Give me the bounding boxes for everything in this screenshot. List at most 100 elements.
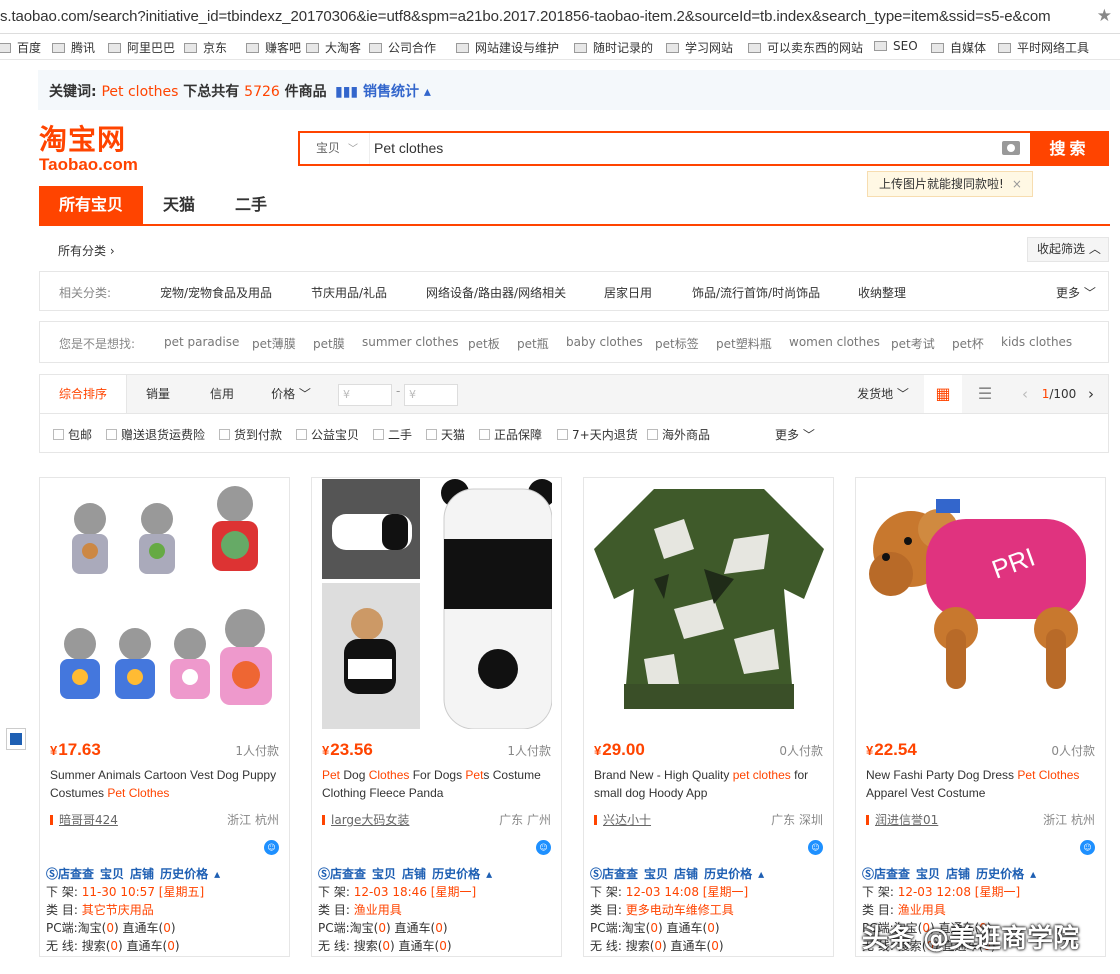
filters-more-button[interactable]: 更多 ﹀ (775, 426, 815, 443)
suggest-item[interactable]: pet板 (468, 335, 500, 352)
ww-chat-icon[interactable]: ☺ (536, 840, 551, 855)
next-page-icon[interactable]: › (1080, 375, 1102, 413)
filter-checkbox[interactable]: 天猫 (426, 426, 465, 443)
related-item[interactable]: 居家日用 (604, 284, 652, 301)
tool-link[interactable]: 历史价格 (704, 867, 752, 881)
tool-link[interactable]: 历史价格 (432, 867, 480, 881)
shop-link[interactable]: large大码女装 (322, 811, 409, 828)
bookmark-item[interactable]: 公司合作 (369, 39, 436, 56)
search-category-select[interactable]: 宝贝 ﹀ (300, 133, 370, 164)
product-image[interactable] (322, 479, 552, 729)
suggest-item[interactable]: pet杯 (952, 335, 984, 352)
camera-icon[interactable] (1002, 141, 1020, 155)
product-image[interactable] (594, 479, 824, 729)
list-view-icon[interactable]: ☰ (966, 375, 1004, 413)
address-bar[interactable]: s.taobao.com/search?initiative_id=tbinde… (0, 0, 1120, 34)
related-item[interactable]: 宠物/宠物食品及用品 (160, 284, 272, 301)
bookmark-item[interactable]: 学习网站 (666, 39, 733, 56)
filter-checkbox[interactable]: 7+天内退货 (557, 426, 638, 443)
product-image[interactable]: PRI (866, 479, 1096, 729)
sort-price[interactable]: 价格 ﹀ (260, 375, 322, 413)
taobao-logo[interactable]: 淘宝网 Taobao.com (39, 124, 138, 174)
sort-credit[interactable]: 信用 (191, 375, 253, 413)
shop-link[interactable]: 兴达小十 (594, 811, 651, 828)
product-card[interactable]: ¥29.00 0人付款 Brand New - High Quality pet… (583, 477, 834, 957)
tool-link[interactable]: 历史价格 (160, 867, 208, 881)
grid-view-icon[interactable]: ▦ (924, 375, 962, 413)
ww-chat-icon[interactable]: ☺ (1080, 840, 1095, 855)
tool-link[interactable]: 历史价格 (976, 867, 1024, 881)
suggest-item[interactable]: pet考试 (891, 335, 935, 352)
related-item[interactable]: 收纳整理 (858, 284, 906, 301)
product-title[interactable]: Summer Animals Cartoon Vest Dog Puppy Co… (50, 766, 282, 802)
filter-checkbox[interactable]: 货到付款 (219, 426, 282, 443)
ship-from-select[interactable]: 发货地 ﹀ (846, 375, 920, 413)
search-button[interactable]: 搜索 (1030, 131, 1109, 166)
product-card[interactable]: ¥17.63 1人付款 Summer Animals Cartoon Vest … (39, 477, 290, 957)
bookmark-item[interactable]: 平时网络工具 (998, 39, 1089, 56)
filter-checkbox[interactable]: 赠送退货运费险 (106, 426, 205, 443)
related-item[interactable]: 饰品/流行首饰/时尚饰品 (692, 284, 820, 301)
bookmark-item[interactable]: 阿里巴巴 (108, 39, 175, 56)
sort-default[interactable]: 综合排序 (40, 375, 127, 413)
bookmark-item[interactable]: 大淘客 (306, 39, 361, 56)
filter-checkbox[interactable]: 二手 (373, 426, 412, 443)
bookmark-item[interactable]: 腾讯 (52, 39, 95, 56)
tool-link[interactable]: 店铺 (946, 867, 970, 881)
url-text[interactable]: s.taobao.com/search?initiative_id=tbinde… (0, 8, 1051, 25)
tab-tmall[interactable]: 天猫 (143, 186, 215, 224)
search-input[interactable]: Pet clothes (374, 133, 443, 164)
prev-page-icon[interactable]: ‹ (1014, 375, 1036, 413)
tool-link[interactable]: 宝贝 (372, 867, 396, 881)
shop-link[interactable]: 暗哥哥424 (50, 811, 118, 828)
bookmark-item[interactable]: 百度 (0, 39, 41, 56)
bookmark-item[interactable]: 京东 (184, 39, 227, 56)
tab-secondhand[interactable]: 二手 (215, 186, 287, 224)
collapse-filter-button[interactable]: 收起筛选 ︿ (1027, 237, 1109, 262)
tab-all-items[interactable]: 所有宝贝 (39, 186, 143, 224)
suggest-item[interactable]: pet塑料瓶 (716, 335, 772, 352)
suggest-item[interactable]: pet标签 (655, 335, 699, 352)
tool-link[interactable]: 宝贝 (916, 867, 940, 881)
bookmark-item[interactable]: 赚客吧 (246, 39, 301, 56)
product-title[interactable]: New Fashi Party Dog Dress Pet Clothes Ap… (866, 766, 1098, 802)
tool-link[interactable]: 店查查 (874, 867, 910, 881)
bookmark-item[interactable]: 网站建设与维护 (456, 39, 559, 56)
suggest-item[interactable]: pet薄膜 (252, 335, 296, 352)
tool-link[interactable]: 店查查 (602, 867, 638, 881)
bookmark-item[interactable]: 随时记录的 (574, 39, 653, 56)
suggest-item[interactable]: summer clothes (362, 335, 459, 349)
suggest-item[interactable]: pet paradise (164, 335, 239, 349)
bookmark-item[interactable]: SEO (874, 39, 918, 53)
tool-link[interactable]: 店铺 (674, 867, 698, 881)
filter-checkbox[interactable]: 正品保障 (479, 426, 542, 443)
product-card[interactable]: ¥23.56 1人付款 Pet Dog Clothes For Dogs Pet… (311, 477, 562, 957)
suggest-item[interactable]: baby clothes (566, 335, 643, 349)
shop-link[interactable]: 润进信誉01 (866, 811, 938, 828)
ww-chat-icon[interactable]: ☺ (264, 840, 279, 855)
suggest-item[interactable]: kids clothes (1001, 335, 1072, 349)
related-item[interactable]: 节庆用品/礼品 (311, 284, 387, 301)
ww-chat-icon[interactable]: ☺ (808, 840, 823, 855)
product-card[interactable]: PRI ¥22.54 0人付款 New Fashi Party Dog Dres… (855, 477, 1106, 957)
bookmark-star-icon[interactable]: ★ (1097, 6, 1112, 26)
tool-link[interactable]: 宝贝 (100, 867, 124, 881)
product-title[interactable]: Brand New - High Quality pet clothes for… (594, 766, 826, 802)
filter-checkbox[interactable]: 海外商品 (647, 426, 710, 443)
price-max-input[interactable]: ¥ (404, 384, 458, 406)
tool-link[interactable]: 店查查 (58, 867, 94, 881)
bookmark-item[interactable]: 自媒体 (931, 39, 986, 56)
price-min-input[interactable]: ¥ (338, 384, 392, 406)
bookmark-item[interactable]: 可以卖东西的网站 (748, 39, 863, 56)
product-title[interactable]: Pet Dog Clothes For Dogs Pets Costume Cl… (322, 766, 554, 802)
side-grid-icon[interactable] (6, 728, 26, 750)
filter-checkbox[interactable]: 包邮 (53, 426, 92, 443)
product-image[interactable] (50, 479, 280, 729)
related-item[interactable]: 网络设备/路由器/网络相关 (426, 284, 566, 301)
tool-link[interactable]: 店铺 (130, 867, 154, 881)
filter-checkbox[interactable]: 公益宝贝 (296, 426, 359, 443)
related-more-button[interactable]: 更多 ﹀ (1056, 284, 1096, 301)
sales-stats-link[interactable]: ▮▮▮ 销售统计 ▴ (335, 81, 431, 101)
tool-link[interactable]: 宝贝 (644, 867, 668, 881)
suggest-item[interactable]: pet膜 (313, 335, 345, 352)
